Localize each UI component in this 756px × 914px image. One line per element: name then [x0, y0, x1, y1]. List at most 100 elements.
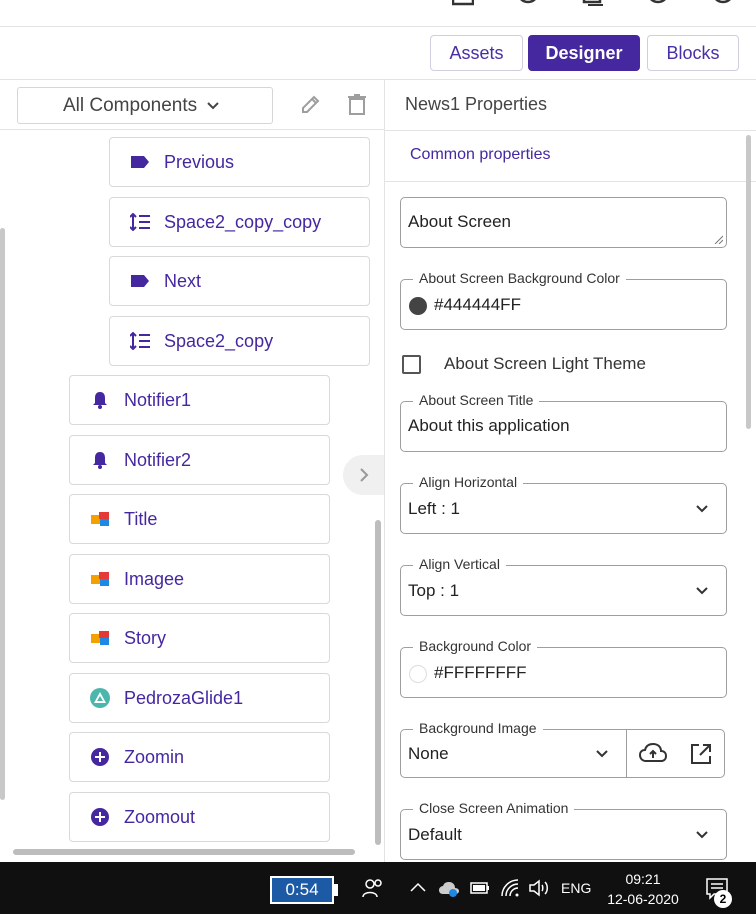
align-vertical-select[interactable]: Align Vertical Top : 1 — [400, 556, 727, 616]
component-filter-dropdown[interactable]: All Components — [17, 87, 273, 124]
list-item-label: Space2_copy — [164, 330, 274, 351]
list-item[interactable]: Zoomin — [69, 732, 330, 782]
tab-designer[interactable]: Designer — [528, 35, 640, 71]
battery-status-icon[interactable] — [468, 880, 490, 896]
about-bg-color-label: About Screen Background Color — [413, 270, 626, 286]
clock[interactable]: 09:21 12-06-2020 — [603, 869, 683, 909]
taskbar: 0:54 ENG 09:21 12-06-2020 2 — [0, 862, 756, 914]
list-item-label: Next — [164, 270, 202, 291]
people-icon[interactable] — [362, 878, 384, 898]
cloud-upload-icon[interactable] — [639, 742, 667, 764]
battery-tip — [334, 884, 338, 896]
list-item[interactable]: Imagee — [69, 554, 330, 604]
list-item-label: PedrozaGlide1 — [124, 687, 244, 708]
components-panel: All Components Previous Space2_copy_copy… — [0, 80, 385, 862]
edit-icon[interactable] — [300, 93, 322, 115]
list-item[interactable]: Title — [69, 494, 330, 544]
components-header: All Components — [0, 80, 384, 130]
clock-time: 09:21 — [625, 871, 661, 887]
language-indicator[interactable]: ENG — [561, 880, 591, 896]
list-item[interactable]: Previous — [109, 137, 370, 187]
color-swatch[interactable] — [409, 297, 427, 315]
background-color-label: Background Color — [413, 638, 538, 654]
list-item[interactable]: Zoomout — [69, 792, 330, 842]
background-image-select[interactable]: None — [401, 730, 627, 777]
list-item-label: Title — [124, 508, 158, 529]
properties-scrollbar[interactable] — [746, 135, 751, 429]
list-item[interactable]: Notifier1 — [69, 375, 330, 425]
open-external-icon[interactable] — [690, 743, 712, 765]
component-filter-label: All Components — [63, 94, 198, 116]
components-horizontal-scrollbar[interactable] — [13, 849, 355, 855]
trash-icon[interactable] — [347, 93, 367, 115]
notification-count-badge: 2 — [714, 890, 732, 908]
cubes-icon — [90, 509, 110, 529]
collapse-panel-button[interactable] — [343, 455, 384, 495]
background-image-field: Background Image None — [400, 720, 725, 778]
list-item-label: Previous — [164, 151, 235, 172]
battery-timer[interactable]: 0:54 — [270, 876, 334, 904]
about-screen-textarea[interactable]: About Screen — [400, 197, 727, 248]
light-theme-checkbox[interactable] — [402, 355, 421, 374]
resize-grip-icon[interactable] — [713, 234, 723, 244]
components-vertical-scrollbar[interactable] — [375, 520, 381, 845]
close-animation-label: Close Screen Animation — [413, 800, 575, 816]
list-item[interactable]: Next — [109, 256, 370, 306]
clock-date: 12-06-2020 — [607, 891, 679, 907]
about-title-value: About this application — [408, 416, 570, 435]
triangle-logo-icon — [90, 688, 110, 708]
align-horizontal-value: Left : 1 — [408, 499, 460, 518]
cloud-sync-icon[interactable] — [438, 880, 460, 898]
light-theme-label: About Screen Light Theme — [444, 354, 646, 373]
list-item-label: Imagee — [124, 568, 185, 589]
cubes-icon — [90, 569, 110, 589]
chevron-right-icon — [360, 468, 369, 482]
about-bg-color-field[interactable]: About Screen Background Color #444444FF — [400, 270, 727, 330]
align-horizontal-select[interactable]: Align Horizontal Left : 1 — [400, 474, 727, 534]
about-title-field[interactable]: About Screen Title About this applicatio… — [400, 392, 727, 452]
tag-icon — [130, 271, 150, 291]
editor-toolbar: Assets Designer Blocks — [0, 27, 756, 80]
color-swatch[interactable] — [409, 665, 427, 683]
list-item[interactable]: Story — [69, 613, 330, 663]
copy-icon[interactable] — [582, 0, 604, 6]
properties-panel: News1 Properties Common properties About… — [385, 80, 756, 862]
chevron-down-icon — [696, 587, 708, 595]
background-color-field[interactable]: Background Color #FFFFFFFF — [400, 638, 727, 698]
close-animation-value: Default — [408, 825, 462, 844]
list-item[interactable]: Space2_copy_copy — [109, 197, 370, 247]
left-scrollbar[interactable] — [0, 228, 5, 800]
list-item-label: Zoomout — [124, 806, 196, 827]
cubes-icon — [90, 628, 110, 648]
window-icon[interactable] — [452, 0, 474, 6]
list-item-label: Notifier1 — [124, 389, 192, 410]
volume-icon[interactable] — [528, 879, 550, 897]
tab-assets[interactable]: Assets — [430, 35, 523, 71]
chevron-up-icon[interactable] — [410, 882, 426, 892]
vertical-spacing-icon — [130, 331, 150, 351]
about-screen-value: About Screen — [408, 212, 512, 231]
list-item[interactable]: PedrozaGlide1 — [69, 673, 330, 723]
help-icon[interactable] — [517, 0, 539, 6]
info-icon[interactable] — [647, 0, 669, 6]
background-image-value: None — [408, 744, 449, 763]
wifi-icon[interactable] — [500, 878, 520, 898]
bell-icon — [90, 390, 110, 410]
list-item[interactable]: Notifier2 — [69, 435, 330, 485]
account-icon[interactable] — [712, 0, 734, 6]
common-properties-link[interactable]: Common properties — [410, 146, 551, 164]
align-vertical-value: Top : 1 — [408, 581, 460, 600]
list-item[interactable]: Space2_copy — [109, 316, 370, 366]
list-item-label: Zoomin — [124, 746, 185, 767]
chevron-down-icon — [696, 505, 708, 513]
chevron-down-icon — [696, 831, 708, 839]
align-vertical-label: Align Vertical — [413, 556, 506, 572]
list-item-label: Story — [124, 627, 167, 648]
list-item-label: Notifier2 — [124, 449, 192, 470]
bell-icon — [90, 450, 110, 470]
tab-blocks[interactable]: Blocks — [647, 35, 739, 71]
properties-title: News1 Properties — [405, 94, 548, 114]
close-animation-select[interactable]: Close Screen Animation Default — [400, 800, 727, 860]
plus-circle-icon — [90, 807, 110, 827]
divider — [385, 130, 756, 131]
